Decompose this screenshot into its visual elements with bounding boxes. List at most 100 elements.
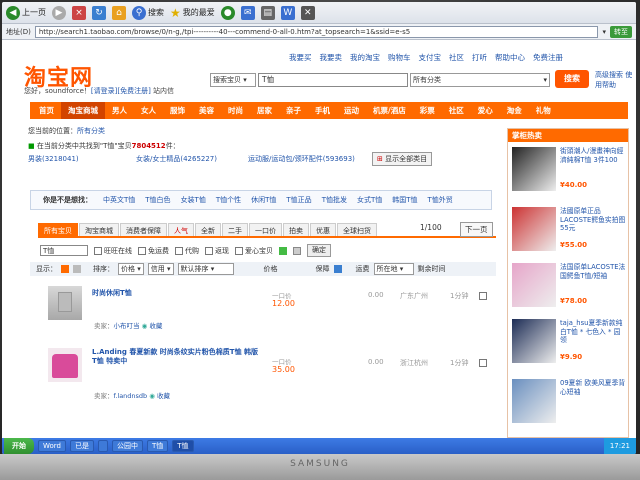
nav-item[interactable]: 居家 — [250, 102, 279, 119]
nav-item[interactable]: 机票/酒店 — [366, 102, 413, 119]
filter-checkbox[interactable] — [175, 246, 183, 255]
top-link[interactable]: 我要买 — [287, 52, 314, 63]
nav-item[interactable]: 首页 — [32, 102, 61, 119]
suggestion-link[interactable]: T恤正品 — [281, 195, 316, 205]
crumb-all-categories[interactable]: 所有分类 — [77, 127, 105, 135]
product-title-link[interactable]: L.Anding 春夏新款 时尚条纹实片粉色棉质T恤 韩版T恤 特卖中 — [92, 348, 262, 366]
suggestion-link[interactable]: 中英文T恤 — [98, 195, 140, 205]
side-product-image[interactable] — [512, 147, 556, 191]
print-icon[interactable]: ▤ — [260, 5, 275, 20]
stop-icon[interactable]: × — [72, 5, 86, 20]
sort-credit-select[interactable]: 信用 ▾ — [147, 263, 174, 275]
home-icon[interactable]: ⌂ — [112, 5, 126, 20]
taskbar-window-button[interactable]: T恤 — [147, 440, 169, 452]
next-page-button[interactable]: 下一页 — [460, 222, 493, 237]
top-link[interactable]: 购物车 — [386, 52, 413, 63]
filter-option[interactable]: 代购 — [175, 246, 199, 256]
nav-item[interactable]: 礼物 — [529, 102, 558, 119]
advanced-search-link[interactable]: 高级搜索 使用帮助 — [595, 70, 635, 90]
tab-item[interactable]: 全新 — [195, 223, 221, 236]
side-product-image[interactable] — [512, 319, 556, 363]
suggestion-link[interactable]: 休闲T恤 — [246, 195, 281, 205]
taskbar-window-button[interactable]: T恤 — [172, 440, 194, 452]
nav-item[interactable]: 时尚 — [221, 102, 250, 119]
nav-item[interactable]: 女人 — [134, 102, 163, 119]
tab-item[interactable]: 淘宝商城 — [79, 223, 119, 236]
suggestion-link[interactable]: 女式T恤 — [352, 195, 387, 205]
taskbar-window-button[interactable]: Word — [38, 440, 66, 452]
search-input[interactable]: T恤 — [258, 73, 408, 87]
category-link[interactable]: 运动服/运动包/颈环配件(593693) — [248, 154, 355, 164]
favorite-link[interactable]: 收藏 — [149, 322, 162, 330]
tab-item[interactable]: 拍卖 — [283, 223, 309, 236]
top-link[interactable]: 支付宝 — [417, 52, 444, 63]
compare-checkbox[interactable] — [479, 359, 487, 367]
taskbar-window-button[interactable] — [98, 440, 108, 452]
filter-option[interactable]: 旺旺在线 — [94, 246, 132, 256]
nav-item[interactable]: 彩票 — [413, 102, 442, 119]
go-button[interactable]: 转至 — [610, 25, 632, 38]
top-link[interactable]: 打听 — [470, 52, 489, 63]
filter-keyword-input[interactable]: T恤 — [40, 245, 88, 256]
side-product-image[interactable] — [512, 207, 556, 251]
filter-checkbox[interactable] — [94, 246, 102, 255]
nav-item[interactable]: 服饰 — [163, 102, 192, 119]
side-product-link[interactable]: 法国原单LACOSTE法国鳄鱼T恤/短袖 — [560, 263, 626, 280]
back-button[interactable]: ◀ 上一页 — [6, 5, 46, 20]
address-input[interactable]: http://search1.taobao.com/browse/0/n-g,/… — [34, 25, 599, 38]
top-link[interactable]: 我的淘宝 — [348, 52, 382, 63]
side-product-image[interactable] — [512, 263, 556, 307]
filter-option[interactable]: 爱心宝贝 — [235, 246, 273, 256]
search-scope-select[interactable]: 所有分类 ▾ — [410, 73, 550, 87]
nav-item[interactable]: 男人 — [105, 102, 134, 119]
media-icon[interactable]: ● — [220, 5, 235, 20]
tab-item[interactable]: 人气 — [168, 223, 194, 236]
product-title-link[interactable]: 时尚休闲T恤 — [92, 288, 132, 298]
side-product-link[interactable]: 09夏新 欧美风夏季背心短袖 — [560, 379, 626, 396]
sort-price-select[interactable]: 价格 ▾ — [118, 263, 144, 275]
filter-green-icon[interactable] — [279, 246, 287, 255]
top-link[interactable]: 我要卖 — [318, 52, 345, 63]
filter-checkbox[interactable] — [138, 246, 146, 255]
search-button[interactable]: ⚲ 搜索 — [132, 5, 164, 20]
seller-link[interactable]: f.landnsdb — [114, 392, 148, 400]
side-product-image[interactable] — [512, 379, 556, 423]
suggestion-link[interactable]: 韩国T恤 — [387, 195, 422, 205]
top-link[interactable]: 帮助中心 — [493, 52, 527, 63]
tab-item[interactable]: 一口价 — [249, 223, 282, 236]
sort-default-select[interactable]: 默认排序 ▾ — [177, 263, 234, 275]
tab-item[interactable]: 消费者保障 — [120, 223, 167, 236]
tab-item[interactable]: 所有宝贝 — [38, 223, 78, 236]
favorites-button[interactable]: ★ 我的最爱 — [170, 6, 215, 20]
nav-item[interactable]: 爱心 — [471, 102, 500, 119]
guarantee-filter-icon[interactable] — [333, 265, 342, 273]
product-thumbnail[interactable] — [48, 286, 82, 320]
grid-view-icon[interactable] — [73, 265, 81, 273]
nav-item[interactable]: 美容 — [192, 102, 221, 119]
suggestion-link[interactable]: T恤外贸 — [423, 195, 458, 205]
nav-item[interactable]: 淘金 — [500, 102, 529, 119]
nav-item[interactable]: 手机 — [308, 102, 337, 119]
list-view-icon[interactable] — [61, 265, 69, 273]
refresh-icon[interactable]: ↻ — [92, 5, 106, 20]
top-link[interactable]: 社区 — [447, 52, 466, 63]
suggestion-link[interactable]: T恤白色 — [140, 195, 175, 205]
location-select[interactable]: 所在地 ▾ — [373, 263, 414, 275]
nav-item[interactable]: 亲子 — [279, 102, 308, 119]
filter-gray-icon[interactable] — [293, 246, 301, 255]
filter-checkbox[interactable] — [235, 246, 243, 255]
product-thumbnail[interactable] — [48, 348, 82, 382]
nav-item[interactable]: 社区 — [442, 102, 471, 119]
suggestion-link[interactable]: T恤个性 — [211, 195, 246, 205]
tab-item[interactable]: 二手 — [222, 223, 248, 236]
nav-item[interactable]: 运动 — [337, 102, 366, 119]
nav-item[interactable]: 淘宝商城 — [61, 102, 105, 119]
taskbar-window-button[interactable]: 已是 — [70, 440, 94, 452]
suggestion-link[interactable]: 女装T恤 — [176, 195, 211, 205]
messenger-icon[interactable]: ✕ — [300, 5, 315, 20]
start-button[interactable]: 开始 — [4, 438, 34, 454]
taskbar-window-button[interactable]: 公园中 — [112, 440, 143, 452]
inbox-link[interactable]: 站内信 — [153, 87, 174, 95]
tab-item[interactable]: 优惠 — [310, 223, 336, 236]
edit-icon[interactable]: W — [280, 5, 295, 20]
